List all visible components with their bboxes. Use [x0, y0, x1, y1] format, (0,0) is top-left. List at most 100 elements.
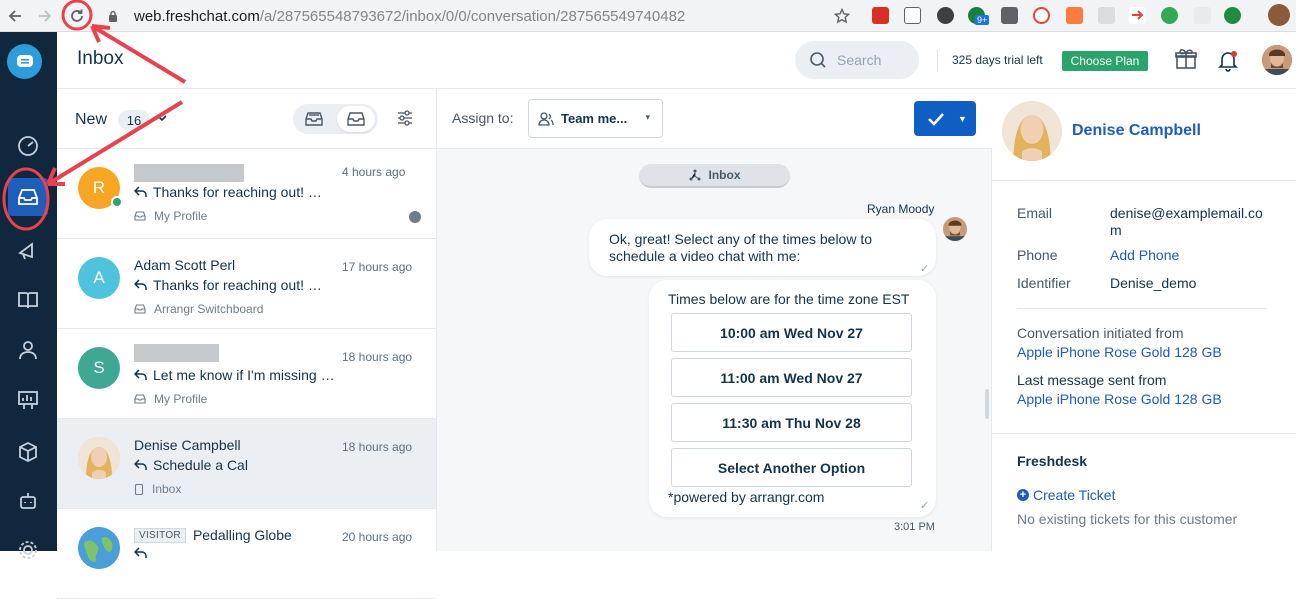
conversation-item-selected[interactable]: Denise Campbell 18 hours ago Schedule a …: [57, 419, 436, 509]
contact-name: Adam Scott Perl: [134, 257, 236, 273]
list-header: New 16: [57, 89, 436, 149]
extension-icon-10[interactable]: [1161, 7, 1178, 24]
card-header: Times below are for the time zone EST: [668, 291, 910, 307]
extension-badge: 9+: [975, 15, 990, 25]
filter-sliders-icon[interactable]: [397, 110, 413, 126]
create-ticket-link[interactable]: + Create Ticket: [1017, 487, 1115, 503]
knowledge-base-icon[interactable]: [10, 282, 46, 318]
extension-icon-1[interactable]: [872, 7, 889, 24]
extension-icon-12[interactable]: [1224, 7, 1241, 24]
tray-stack-icon[interactable]: [305, 111, 323, 127]
conversation-item[interactable]: R 4 hours ago Thanks for reaching out! ……: [57, 149, 436, 239]
reply-arrow-icon: [134, 547, 147, 558]
apps-box-icon[interactable]: [10, 434, 46, 470]
agent-avatar: [943, 217, 967, 241]
dashboard-icon[interactable]: [10, 128, 46, 164]
reply-arrow-icon: [134, 186, 147, 197]
assign-bar: Assign to: Team me... ▾ ▼: [437, 89, 992, 149]
chevron-down-icon[interactable]: [157, 111, 167, 125]
header-divider: [937, 50, 938, 72]
reply-arrow-icon: [134, 279, 147, 290]
resolve-button[interactable]: ▼: [914, 101, 976, 136]
hubspot-icon[interactable]: [1066, 7, 1083, 24]
conversation-item[interactable]: VISITOR Pedalling Globe 20 hours ago: [57, 509, 436, 599]
read-check-icon: ✓: [920, 500, 930, 512]
extension-icon-6[interactable]: [1033, 7, 1050, 24]
preview-text: Let me know if I'm missing …: [153, 367, 335, 383]
tray-icon-active[interactable]: [337, 106, 375, 132]
conversation-preview: Schedule a Cal: [134, 457, 248, 473]
campaigns-icon[interactable]: [10, 232, 46, 268]
trial-text: 325 days trial left: [952, 53, 1043, 67]
message-time: 3:01 PM: [894, 521, 935, 533]
conversation-item[interactable]: S 18 hours ago Let me know if I'm missin…: [57, 329, 436, 419]
add-phone-link[interactable]: Add Phone: [1110, 247, 1179, 264]
initiated-from-device-link[interactable]: Apple iPhone Rose Gold 128 GB: [1017, 344, 1222, 360]
freshchat-logo[interactable]: [7, 44, 42, 79]
scrollbar-thumb[interactable]: [985, 389, 989, 419]
conversation-pane: Assign to: Team me... ▾ ▼ Inbox Ryan Moo…: [437, 89, 992, 551]
settings-gear-icon[interactable]: [10, 532, 46, 568]
message-bubble: Ok, great! Select any of the times below…: [589, 219, 936, 276]
divider: [992, 433, 1296, 434]
address-bar[interactable]: web.freshchat.com/a/287565548793672/inbo…: [108, 4, 860, 28]
extension-icon-8[interactable]: [1098, 7, 1115, 24]
extension-icon-9[interactable]: [1129, 7, 1146, 24]
main-sidebar: [0, 32, 57, 559]
time-option-button[interactable]: 11:30 am Thu Nov 28: [671, 403, 912, 442]
preview-text: Thanks for reaching out! …: [153, 184, 322, 200]
calendar-extension-icon[interactable]: [904, 7, 921, 24]
conversation-time: 20 hours ago: [342, 530, 413, 544]
agent-avatar[interactable]: [1262, 45, 1292, 75]
forward-icon[interactable]: [35, 6, 55, 26]
channel-label: Inbox: [708, 168, 741, 182]
bot-icon[interactable]: [10, 484, 46, 520]
notification-bell-icon[interactable]: [1218, 50, 1238, 72]
conversation-item[interactable]: A Adam Scott Perl 17 hours ago Thanks fo…: [57, 239, 436, 329]
assign-team-dropdown[interactable]: Team me... ▾: [528, 99, 663, 138]
filter-label[interactable]: New: [75, 111, 107, 129]
last-sent-device-link[interactable]: Apple iPhone Rose Gold 128 GB: [1017, 391, 1222, 407]
contact-avatar: [1002, 101, 1062, 161]
assign-label: Assign to:: [452, 110, 514, 126]
extension-icon-11[interactable]: [1194, 7, 1211, 24]
time-option-button[interactable]: 10:00 am Wed Nov 27: [671, 313, 912, 352]
contact-name-link[interactable]: Denise Campbell: [1072, 122, 1201, 140]
lock-icon: [109, 10, 117, 22]
email-value: denise@examplemail.co m: [1110, 205, 1263, 239]
assign-value: Team me...: [561, 111, 628, 126]
last-sent-from-label: Last message sent from: [1017, 372, 1167, 388]
inbox-nav-icon[interactable]: [8, 178, 48, 216]
choose-plan-button[interactable]: Choose Plan: [1062, 51, 1148, 71]
tray-icon: [134, 394, 146, 404]
grammarly-icon[interactable]: [1001, 7, 1018, 24]
profile-avatar[interactable]: [1268, 4, 1290, 26]
back-icon[interactable]: [5, 6, 25, 26]
page-title: Inbox: [77, 48, 124, 69]
select-another-option-button[interactable]: Select Another Option: [671, 448, 912, 487]
checkmark-icon: [914, 112, 958, 126]
team-icon: [538, 111, 554, 126]
reload-icon[interactable]: [67, 6, 87, 26]
bookmark-star-icon[interactable]: [832, 6, 852, 26]
url-domain: web.freshchat.com: [134, 7, 260, 25]
preview-text: Thanks for reaching out! …: [153, 277, 322, 293]
avatar: S: [78, 347, 120, 389]
chevron-down-icon[interactable]: ▼: [958, 114, 967, 124]
tray-icon: [134, 304, 146, 314]
email-line-2: m: [1110, 222, 1122, 238]
reports-icon[interactable]: [10, 382, 46, 418]
view-toggle[interactable]: [293, 104, 378, 134]
contacts-icon[interactable]: [10, 332, 46, 368]
phone-label: Phone: [1017, 247, 1058, 263]
contact-name: Denise Campbell: [134, 437, 241, 453]
conversation-time: 18 hours ago: [342, 350, 413, 364]
channel-pill: Inbox: [639, 164, 790, 188]
extension-icon-3[interactable]: [937, 7, 954, 24]
time-option-button[interactable]: 11:00 am Wed Nov 27: [671, 358, 912, 397]
scheduling-card: Times below are for the time zone EST 10…: [649, 280, 936, 517]
url-path: /a/287565548793672/inbox/0/0/conversatio…: [259, 7, 686, 25]
avatar: [78, 527, 120, 569]
search-input[interactable]: Search: [795, 41, 919, 79]
gift-icon[interactable]: [1174, 47, 1198, 71]
